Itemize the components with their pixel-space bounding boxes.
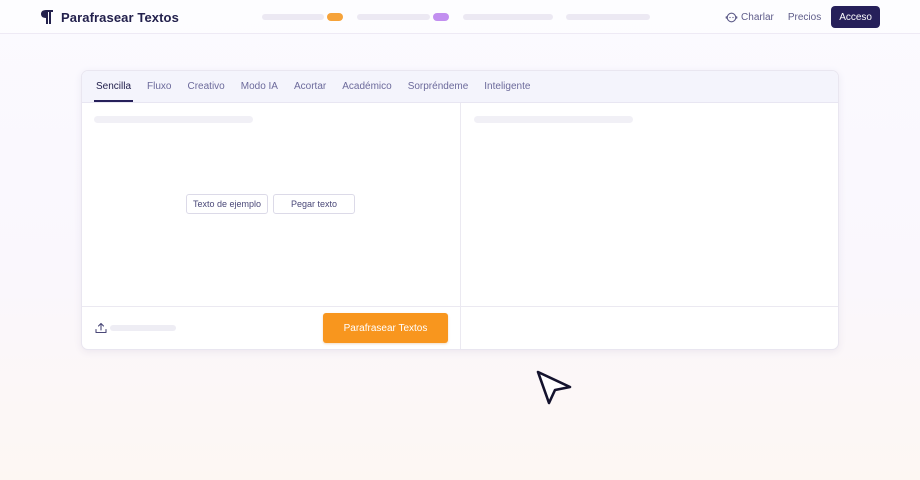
tab-sorprendeme[interactable]: Sorpréndeme xyxy=(400,71,477,102)
tab-academico[interactable]: Académico xyxy=(334,71,399,102)
panel-divider xyxy=(460,103,461,349)
acceso-button[interactable]: Acceso xyxy=(831,6,880,28)
input-placeholder-line[interactable] xyxy=(94,116,253,123)
upload-icon[interactable] xyxy=(95,322,107,334)
tab-inteligente[interactable]: Inteligente xyxy=(476,71,538,102)
paraphrase-button[interactable]: Parafrasear Textos xyxy=(323,313,448,343)
tab-creativo[interactable]: Creativo xyxy=(179,71,232,102)
tab-acortar[interactable]: Acortar xyxy=(286,71,334,102)
nav-placeholder xyxy=(262,14,324,20)
sample-text-button[interactable]: Texto de ejemplo xyxy=(186,194,268,214)
site-header: Parafrasear Textos Charlar Precios Acces… xyxy=(0,0,920,34)
nav-badge xyxy=(327,13,343,21)
pilcrow-icon xyxy=(41,10,53,24)
charlar-label: Charlar xyxy=(741,11,774,23)
precios-link[interactable]: Precios xyxy=(788,12,821,23)
nav-placeholder xyxy=(463,14,553,20)
mode-tabs: Sencilla Fluxo Creativo Modo IA Acortar … xyxy=(82,71,838,103)
nav-placeholder xyxy=(566,14,650,20)
footer-divider xyxy=(82,306,838,307)
charlar-link[interactable]: Charlar xyxy=(725,11,774,24)
tab-fluxo[interactable]: Fluxo xyxy=(139,71,179,102)
logo-text: Parafrasear Textos xyxy=(61,9,179,25)
tab-sencilla[interactable]: Sencilla xyxy=(88,71,139,102)
paste-text-button[interactable]: Pegar texto xyxy=(273,194,355,214)
chat-bubble-icon xyxy=(725,12,738,22)
logo[interactable]: Parafrasear Textos xyxy=(40,9,179,25)
nav-placeholder xyxy=(357,14,430,20)
nav-badge xyxy=(433,13,449,21)
paraphrase-tool: Sencilla Fluxo Creativo Modo IA Acortar … xyxy=(81,70,839,350)
mouse-pointer-icon xyxy=(536,370,572,405)
upload-placeholder xyxy=(110,325,176,331)
output-placeholder-line xyxy=(474,116,633,123)
tab-modo-ia[interactable]: Modo IA xyxy=(233,71,286,102)
header-actions: Charlar Precios Acceso xyxy=(725,6,880,28)
